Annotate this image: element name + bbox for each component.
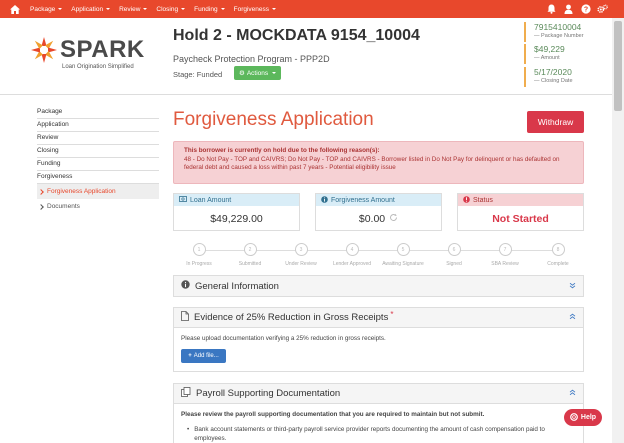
sidebar-item-application[interactable]: Application (37, 119, 159, 132)
gears-icon[interactable] (597, 3, 608, 14)
hold-alert: This borrower is currently on hold due t… (173, 141, 584, 184)
progress-step: 5 Awaiting Signature (377, 243, 429, 267)
help-circle-icon[interactable]: ? (580, 3, 591, 14)
general-information-panel: General Information (173, 275, 584, 297)
sidebar-item-package[interactable]: Package (37, 106, 159, 119)
logo-wordmark: SPARK (60, 36, 145, 63)
page-title: Forgiveness Application (173, 109, 374, 130)
caret-down-icon (272, 72, 277, 74)
sidebar: Package Application Review Closing Fundi… (37, 106, 159, 214)
sidebar-item-funding[interactable]: Funding (37, 158, 159, 171)
cog-icon: ⚙ (239, 70, 245, 77)
nav-package[interactable]: Package (30, 6, 63, 13)
expand-chevron-icon[interactable] (569, 281, 576, 292)
nav-funding[interactable]: Funding (194, 6, 225, 13)
nav-closing[interactable]: Closing (156, 6, 186, 13)
sidebar-item-closing[interactable]: Closing (37, 145, 159, 158)
stage-label: Stage: Funded (173, 70, 223, 79)
help-button[interactable]: Help (564, 409, 602, 426)
progress-step: 2 Submitted (224, 243, 276, 267)
add-file-button[interactable]: + Add file... (181, 349, 226, 363)
info-icon (181, 280, 190, 292)
program-name: Paycheck Protection Program - PPP2D (173, 54, 330, 64)
evidence-panel-header[interactable]: Evidence of 25% Reduction in Gross Recei… (174, 308, 583, 328)
sidebar-subitem-documents[interactable]: Documents (37, 199, 159, 214)
life-ring-icon (570, 412, 578, 423)
exclamation-icon (463, 195, 470, 205)
logo-tagline: Loan Origination Simplified (62, 64, 134, 70)
nav-forgiveness[interactable]: Forgiveness (234, 6, 277, 13)
status-card: Status Not Started (457, 193, 584, 231)
loan-amount-card: Loan Amount $49,229.00 (173, 193, 300, 231)
status-label: Status (473, 196, 493, 204)
loan-amount-value: $49,229.00 (210, 213, 263, 225)
caret-down-icon (181, 8, 186, 10)
chevron-right-icon (38, 203, 44, 210)
scrollbar-thumb[interactable] (614, 21, 622, 111)
nav-application[interactable]: Application (71, 6, 111, 13)
hold-alert-heading: This borrower is currently on hold due t… (184, 147, 380, 154)
status-value: Not Started (492, 213, 549, 225)
chevron-right-icon (38, 188, 44, 195)
progress-tracker: 1 In Progress 2 Submitted 3 Under Review 4L… (173, 243, 584, 271)
page-heading: Hold 2 - MOCKDATA 9154_10004 (173, 27, 420, 44)
caret-down-icon (220, 8, 225, 10)
progress-step: 3 Under Review (275, 243, 327, 267)
collapse-chevron-icon[interactable] (569, 388, 576, 399)
evidence-instructions: Please upload documentation verifying a … (181, 335, 386, 342)
info-icon (321, 195, 328, 205)
nav-review[interactable]: Review (119, 6, 148, 13)
package-number-meta: 7915410004 — Package Number (524, 22, 604, 42)
collapse-chevron-icon[interactable] (569, 312, 576, 323)
sidebar-subitem-forgiveness-application[interactable]: Forgiveness Application (37, 184, 159, 199)
payroll-panel-header[interactable]: Payroll Supporting Documentation (174, 384, 583, 404)
payroll-intro: Please review the payroll supporting doc… (181, 411, 485, 418)
amount-meta: $49,229 — Amount (524, 44, 604, 64)
progress-step: 8 Complete (532, 243, 584, 267)
refresh-icon[interactable] (389, 213, 398, 225)
caret-down-icon (106, 8, 111, 10)
loan-amount-label: Loan Amount (190, 196, 232, 204)
copy-icon (181, 387, 191, 400)
forgiveness-amount-card: Forgiveness Amount $0.00 (315, 193, 442, 231)
progress-step: 1 In Progress (173, 243, 225, 267)
sidebar-item-forgiveness[interactable]: Forgiveness (37, 171, 159, 184)
plus-icon: + (188, 353, 192, 359)
payroll-bullet: • Bank account statements or third-party… (187, 426, 545, 442)
evidence-panel: Evidence of 25% Reduction in Gross Recei… (173, 307, 584, 372)
closing-date-meta: 5/17/2020 — Closing Date (524, 67, 604, 87)
payroll-panel: Payroll Supporting Documentation Please … (173, 383, 584, 443)
home-icon[interactable] (0, 4, 30, 14)
caret-down-icon (272, 8, 277, 10)
bell-icon[interactable] (546, 3, 557, 14)
svg-text:?: ? (583, 6, 587, 13)
money-icon (179, 196, 187, 204)
forgiveness-amount-value: $0.00 (358, 213, 386, 225)
loan-header: SPARK Loan Origination Simplified Hold 2… (0, 18, 612, 95)
general-information-header[interactable]: General Information (174, 276, 583, 296)
user-icon[interactable] (563, 3, 574, 14)
top-nav: Package Application Review Closing Fundi… (0, 0, 624, 18)
progress-step: 6 Signed (428, 243, 480, 267)
forgiveness-amount-label: Forgiveness Amount (331, 196, 395, 204)
required-mark: * (390, 310, 394, 319)
sidebar-item-review[interactable]: Review (37, 132, 159, 145)
bullet-dot: • (187, 426, 190, 433)
caret-down-icon (143, 8, 148, 10)
file-icon (181, 311, 189, 324)
spark-starburst-icon (31, 37, 57, 63)
page-scrollbar[interactable] (612, 18, 624, 443)
actions-button[interactable]: ⚙ Actions (234, 66, 282, 80)
withdraw-button[interactable]: Withdraw (527, 111, 584, 133)
hold-alert-body: 48 - Do Not Pay - TOP and CAIVRS; Do Not… (184, 155, 560, 172)
progress-step: 4 Lender Approved (326, 243, 378, 267)
progress-step: 7 SBA Review (479, 243, 531, 267)
spark-logo: SPARK Loan Origination Simplified (30, 36, 160, 76)
caret-down-icon (58, 8, 63, 10)
